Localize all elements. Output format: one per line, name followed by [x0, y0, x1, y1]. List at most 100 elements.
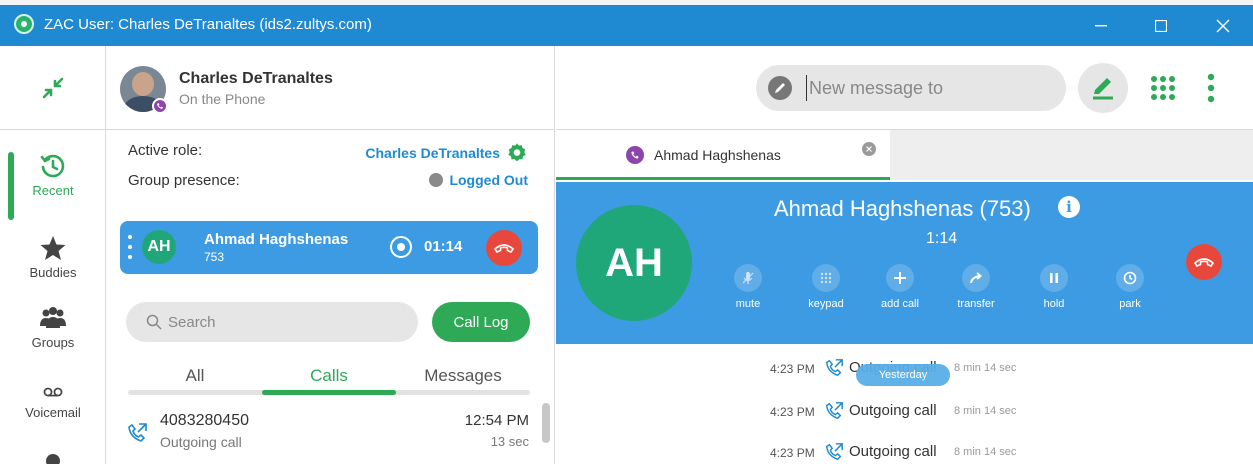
log-time: 4:23 PM — [770, 405, 815, 419]
conversation-tab-label: Ahmad Haghshenas — [654, 147, 781, 163]
date-divider-badge: Yesterday — [856, 364, 950, 386]
nav-item-groups[interactable]: Groups — [0, 304, 106, 380]
log-kind: Outgoing call — [849, 402, 937, 419]
nav-label-buddies: Buddies — [29, 265, 77, 280]
drag-handle-icon[interactable] — [128, 233, 132, 261]
plus-icon — [894, 272, 906, 284]
group-presence-value[interactable]: Logged Out — [429, 172, 528, 188]
nav-item-recent[interactable]: Recent — [0, 152, 106, 228]
minimize-button[interactable] — [1078, 5, 1124, 46]
log-duration: 8 min 14 sec — [954, 446, 1017, 458]
info-icon[interactable]: i — [1058, 196, 1080, 218]
tab-calls[interactable]: Calls — [262, 366, 396, 386]
tab-indicator — [262, 390, 396, 395]
zac-app-icon — [14, 14, 34, 34]
star-icon — [40, 236, 66, 260]
record-icon[interactable] — [390, 236, 412, 258]
transfer-label: transfer — [957, 298, 995, 310]
nav-label-recent: Recent — [32, 183, 74, 198]
outgoing-call-icon — [825, 359, 843, 377]
call-log-button[interactable]: Call Log — [432, 302, 530, 342]
collapse-window-button[interactable] — [0, 46, 106, 130]
dialpad-icon[interactable] — [1150, 75, 1176, 101]
group-presence-status: Logged Out — [449, 172, 528, 188]
avatar-face — [132, 72, 154, 96]
active-call-card[interactable]: AH Ahmad Haghshenas 753 01:14 — [120, 221, 538, 274]
history-number: 4083280450 — [160, 412, 249, 429]
new-message-box[interactable] — [756, 65, 1066, 111]
presence-dot-icon — [429, 173, 444, 187]
tab-all[interactable]: All — [128, 366, 262, 386]
tab-track — [128, 390, 530, 395]
nav-label-voicemail: Voicemail — [25, 405, 81, 420]
call-panel-hangup-button[interactable] — [1186, 244, 1222, 280]
call-panel-avatar: AH — [576, 205, 692, 321]
new-message-input[interactable] — [806, 75, 1046, 101]
park-label: park — [1119, 298, 1141, 310]
call-contact-name: Ahmad Haghshenas — [204, 231, 349, 248]
mute-icon — [742, 272, 754, 284]
history-time: 12:54 PM — [464, 412, 529, 429]
history-icon — [40, 154, 65, 178]
conversation-tab[interactable]: Ahmad Haghshenas — [556, 130, 890, 180]
compose-pencil-icon — [1093, 78, 1113, 100]
search-input[interactable]: Search — [126, 302, 418, 342]
maximize-button[interactable] — [1138, 5, 1184, 46]
park-icon — [1123, 271, 1137, 285]
transfer-icon — [970, 272, 983, 284]
close-tab-icon[interactable] — [862, 142, 876, 156]
call-panel-timer: 1:14 — [926, 230, 958, 247]
keypad-label: keypad — [808, 298, 844, 310]
more-options-icon[interactable] — [1206, 73, 1216, 103]
mute-button[interactable]: mute — [718, 264, 778, 310]
transfer-button[interactable]: transfer — [946, 264, 1006, 310]
gear-icon[interactable] — [506, 142, 528, 164]
close-button[interactable] — [1200, 5, 1246, 46]
pause-icon — [1050, 273, 1058, 283]
mute-label: mute — [735, 298, 761, 310]
park-button[interactable]: park — [1100, 264, 1160, 310]
call-panel: AH Ahmad Haghshenas (753) i 1:14 mute ke… — [556, 182, 1253, 344]
hangup-icon — [1194, 258, 1214, 267]
left-nav: Recent Buddies Groups Voicemail — [0, 46, 106, 464]
add-call-button[interactable]: add call — [870, 264, 930, 310]
call-timer: 01:14 — [424, 238, 463, 255]
compose-button[interactable] — [1078, 63, 1128, 113]
list-item[interactable]: 4:23 PM Outgoing call 8 min 14 sec — [556, 397, 1253, 427]
window-title: ZAC User: Charles DeTranaltes (ids2.zult… — [44, 16, 372, 33]
right-pane: Ahmad Haghshenas AH Ahmad Haghshenas (75… — [556, 46, 1253, 464]
log-duration: 8 min 14 sec — [954, 405, 1017, 417]
close-icon — [1216, 19, 1230, 32]
keypad-button[interactable]: keypad — [796, 264, 856, 310]
group-presence-label: Group presence: — [128, 172, 240, 189]
call-contact-ext: 753 — [204, 250, 225, 264]
history-kind: Outgoing call — [160, 434, 242, 450]
hold-label: hold — [1043, 298, 1065, 310]
log-time: 4:23 PM — [770, 362, 815, 376]
call-avatar: AH — [142, 230, 176, 264]
log-time: 4:23 PM — [770, 446, 815, 460]
nav-item-partial[interactable] — [46, 454, 60, 464]
nav-item-buddies[interactable]: Buddies — [0, 234, 106, 310]
user-header: Charles DeTranaltes On the Phone — [106, 46, 555, 130]
collapse-arrows-icon — [42, 77, 64, 98]
outgoing-call-icon — [825, 402, 843, 420]
active-role-name: Charles DeTranaltes — [365, 145, 500, 161]
log-kind: Outgoing call — [849, 443, 937, 460]
scrollbar-thumb[interactable] — [542, 403, 550, 443]
hold-button[interactable]: hold — [1024, 264, 1084, 310]
active-role-value[interactable]: Charles DeTranaltes — [365, 142, 528, 164]
log-duration: 8 min 14 sec — [954, 362, 1017, 374]
tab-messages[interactable]: Messages — [396, 366, 530, 386]
nav-label-groups: Groups — [31, 335, 75, 350]
nav-item-voicemail[interactable]: Voicemail — [0, 382, 106, 458]
hangup-button[interactable] — [486, 230, 522, 266]
list-item[interactable]: 4083280450 Outgoing call 12:54 PM 13 sec — [106, 406, 555, 464]
search-icon — [146, 314, 162, 330]
list-item[interactable]: 4:23 PM Outgoing call 8 min 14 sec — [556, 438, 1253, 464]
pencil-icon — [768, 76, 792, 100]
outgoing-call-icon — [128, 423, 147, 442]
add-call-label: add call — [881, 298, 919, 310]
user-status: On the Phone — [179, 91, 266, 107]
keypad-icon — [820, 272, 832, 284]
